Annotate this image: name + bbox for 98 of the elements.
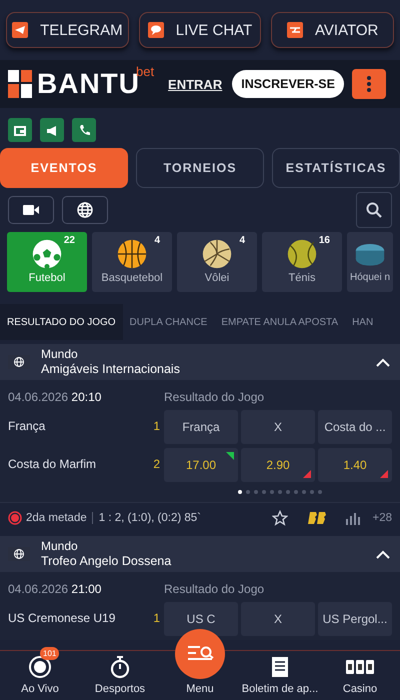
league-name: Amigáveis Internacionais bbox=[41, 362, 181, 377]
team-name: França bbox=[8, 419, 46, 433]
match-datetime: 04.06.2026 21:00 bbox=[8, 582, 102, 596]
more-button[interactable] bbox=[352, 69, 386, 99]
market-tab[interactable]: HAN bbox=[345, 304, 376, 340]
team-number: 1 bbox=[153, 419, 160, 433]
match-period: 2da metade bbox=[26, 512, 93, 524]
login-link[interactable]: ENTRAR bbox=[168, 76, 222, 92]
megaphone-button[interactable] bbox=[40, 118, 64, 142]
event-count: 4 bbox=[154, 235, 160, 246]
league-region: Mundo bbox=[41, 539, 79, 554]
match-score: 1 : 2, (1:0), (0:2) 85` bbox=[98, 512, 202, 524]
pager-dot[interactable] bbox=[318, 490, 322, 494]
sport-name: Basquetebol bbox=[101, 272, 163, 284]
odds-button[interactable]: 1.40 bbox=[318, 448, 392, 482]
team-name: US Cremonese U19 bbox=[8, 611, 116, 625]
paper-plane-icon bbox=[12, 22, 28, 38]
pager-dot[interactable] bbox=[254, 490, 258, 494]
pager-dot[interactable] bbox=[238, 490, 242, 494]
sport-name: Ténis bbox=[288, 272, 316, 284]
promo-button[interactable]: AVIATOR bbox=[271, 12, 394, 48]
search-button[interactable] bbox=[356, 192, 392, 228]
team-number: 1 bbox=[153, 611, 160, 625]
team-name: Costa do Marfim bbox=[8, 457, 96, 471]
tennis-ball-icon bbox=[287, 239, 317, 269]
search-icon bbox=[366, 202, 382, 218]
logo-icon bbox=[8, 70, 34, 98]
nav-label: Ao Vivo bbox=[21, 683, 59, 695]
pager-dot[interactable] bbox=[246, 490, 250, 494]
pager-dot[interactable] bbox=[278, 490, 282, 494]
sport-name: Futebol bbox=[28, 272, 66, 284]
count-badge: 101 bbox=[40, 647, 60, 660]
video-filter-button[interactable] bbox=[8, 196, 54, 224]
tab[interactable]: TORNEIOS bbox=[136, 148, 264, 188]
phone-button[interactable] bbox=[72, 118, 96, 142]
sport-card[interactable]: 22 Futebol bbox=[7, 232, 87, 292]
event-count: 22 bbox=[64, 235, 75, 246]
live-icon bbox=[28, 655, 52, 679]
pager-dot[interactable] bbox=[310, 490, 314, 494]
nav-label: Casino bbox=[342, 683, 378, 695]
tab[interactable]: ESTATÍSTICAS bbox=[272, 148, 400, 188]
pager-dot[interactable] bbox=[262, 490, 266, 494]
pager-dot[interactable] bbox=[302, 490, 306, 494]
match-datetime: 04.06.2026 20:10 bbox=[8, 390, 102, 404]
sport-name: Vôlei bbox=[204, 272, 230, 284]
volleyball-icon bbox=[202, 239, 232, 269]
sport-card[interactable]: 16 Ténis bbox=[262, 232, 342, 292]
star-icon bbox=[272, 510, 288, 526]
market-title: Resultado do Jogo bbox=[164, 390, 264, 404]
pager-dot[interactable] bbox=[286, 490, 290, 494]
outcome-label: França bbox=[164, 410, 238, 444]
market-tab[interactable]: EMPATE ANULA APOSTA bbox=[214, 304, 346, 340]
sport-card[interactable]: 4 Vôlei bbox=[177, 232, 257, 292]
league-region: Mundo bbox=[41, 347, 79, 362]
bb-icon bbox=[308, 510, 326, 524]
promo-button[interactable]: TELEGRAM bbox=[6, 12, 129, 48]
team-number: 2 bbox=[153, 457, 160, 471]
nav-label: Desportos bbox=[94, 683, 146, 695]
odds-button[interactable]: 17.00 bbox=[164, 448, 238, 482]
wallet-button[interactable] bbox=[8, 118, 32, 142]
nav-item[interactable]: Menu bbox=[160, 651, 240, 700]
nav-item[interactable]: Casino bbox=[320, 651, 400, 700]
league-header[interactable]: Mundo Trofeo Angelo Dossena bbox=[0, 536, 400, 572]
nav-item[interactable]: Desportos bbox=[80, 651, 160, 700]
outcome-label: X bbox=[241, 410, 315, 444]
sport-card[interactable]: Hóquei n bbox=[347, 232, 393, 292]
menu-fab-button[interactable] bbox=[175, 629, 225, 679]
outcome-label: US C bbox=[164, 602, 238, 636]
promo-button[interactable]: LIVE CHAT bbox=[138, 12, 262, 48]
basketball-icon bbox=[117, 239, 147, 269]
globe-icon bbox=[77, 202, 93, 218]
bar-chart-icon bbox=[346, 510, 360, 524]
market-tab[interactable]: RESULTADO DO JOGO bbox=[0, 304, 123, 340]
sport-name: Hóquei n bbox=[350, 272, 390, 283]
pager-dot[interactable] bbox=[270, 490, 274, 494]
more-markets-count[interactable]: +28 bbox=[372, 512, 392, 524]
soccer-ball-icon bbox=[32, 239, 62, 269]
league-name: Trofeo Angelo Dossena bbox=[41, 554, 172, 569]
nav-item[interactable]: Boletim de ap... bbox=[240, 651, 320, 700]
stopwatch-icon bbox=[108, 655, 132, 679]
event-count: 16 bbox=[318, 235, 330, 246]
event-count: 4 bbox=[239, 235, 245, 246]
league-header[interactable]: Mundo Amigáveis Internacionais bbox=[0, 344, 400, 380]
chat-icon bbox=[148, 22, 164, 38]
sport-card[interactable]: 4 Basquetebol bbox=[92, 232, 172, 292]
odds-button[interactable]: 2.90 bbox=[241, 448, 315, 482]
outcome-label: X bbox=[241, 602, 315, 636]
nav-label: Menu bbox=[186, 683, 214, 695]
market-title: Resultado do Jogo bbox=[164, 582, 264, 596]
globe-filter-button[interactable] bbox=[62, 196, 108, 224]
pager-dot[interactable] bbox=[294, 490, 298, 494]
outcome-label: Costa do ... bbox=[318, 410, 392, 444]
signup-button[interactable]: INSCREVER-SE bbox=[232, 70, 344, 98]
market-tab[interactable]: DUPLA CHANCE bbox=[122, 304, 214, 340]
more-icon bbox=[367, 76, 371, 92]
outcome-label: US Pergol... bbox=[318, 602, 392, 636]
video-camera-icon bbox=[23, 204, 39, 216]
nav-label: Boletim de ap... bbox=[242, 683, 318, 695]
